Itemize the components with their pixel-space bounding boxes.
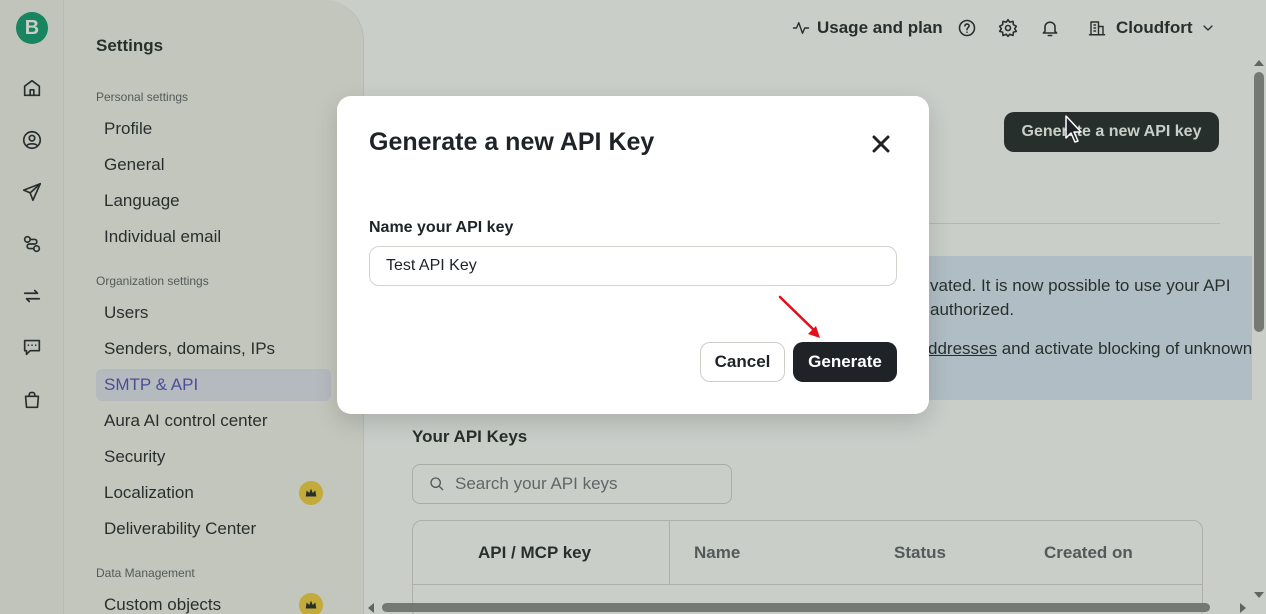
cancel-button[interactable]: Cancel: [700, 342, 785, 382]
dialog-title: Generate a new API Key: [369, 128, 655, 156]
close-icon[interactable]: [869, 132, 893, 156]
api-key-name-label: Name your API key: [369, 219, 514, 236]
generate-api-key-dialog: Generate a new API Key Name your API key…: [337, 96, 929, 414]
annotation-arrow-icon: [778, 295, 820, 338]
api-key-name-input[interactable]: [369, 246, 897, 286]
generate-button[interactable]: Generate: [793, 342, 897, 382]
mouse-cursor-icon: [1065, 115, 1082, 143]
